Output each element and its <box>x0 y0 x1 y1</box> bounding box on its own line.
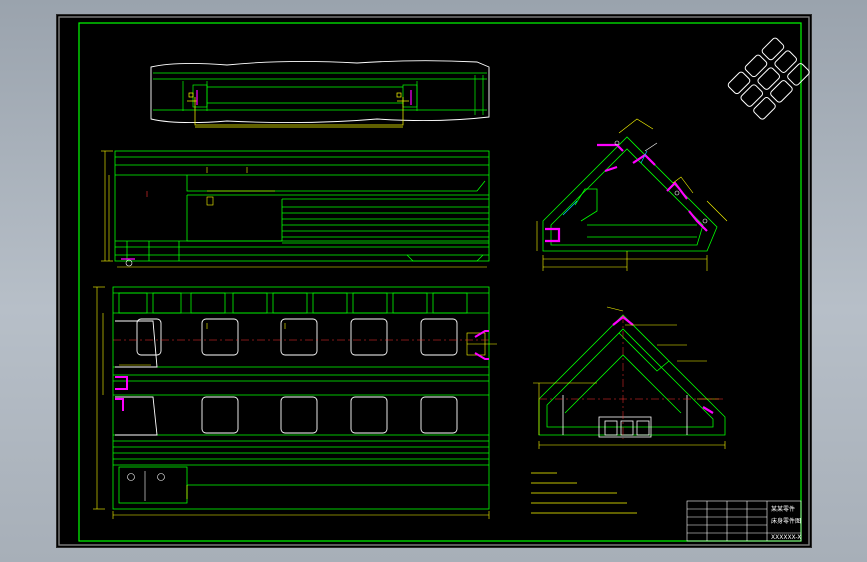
drawing-frame <box>58 16 810 546</box>
section-view-a <box>536 118 728 271</box>
title-block-name: 某某零件 <box>771 505 795 513</box>
cad-viewport[interactable]: 某某零件 床身零件图 XXXXXX-X <box>56 14 812 548</box>
top-section-view <box>150 60 490 128</box>
technical-notes <box>531 472 637 514</box>
front-elevation-view <box>101 150 490 268</box>
rib-detail-view <box>727 37 810 120</box>
title-block-drawing-number: XXXXXX-X <box>771 534 801 541</box>
section-view-b <box>533 306 726 449</box>
title-block: 某某零件 床身零件图 XXXXXX-X <box>686 500 801 542</box>
cad-drawing: 某某零件 床身零件图 XXXXXX-X <box>58 16 810 546</box>
plan-view <box>93 286 497 519</box>
title-block-drawing-name: 床身零件图 <box>771 517 801 525</box>
